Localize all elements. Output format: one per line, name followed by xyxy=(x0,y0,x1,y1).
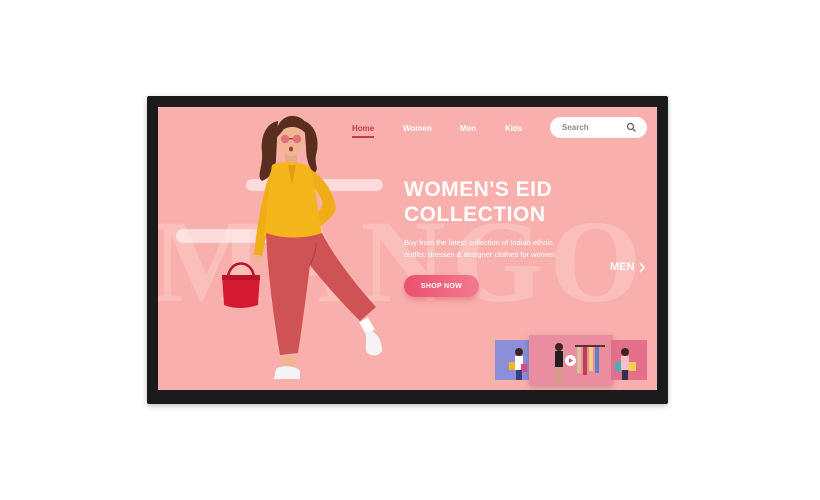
search-input[interactable]: Search xyxy=(550,117,647,138)
chevron-right-icon xyxy=(639,261,646,273)
website-screen: MANGO Home Women Men Kids Search WOMEN'S… xyxy=(158,107,657,390)
nav-men[interactable]: Men xyxy=(460,124,476,133)
nav-women[interactable]: Women xyxy=(403,124,432,133)
search-icon[interactable] xyxy=(626,122,637,133)
nav-kids[interactable]: Kids xyxy=(505,124,522,133)
shop-now-button[interactable]: SHOP NOW xyxy=(404,275,479,297)
thumbnail-image xyxy=(615,348,636,380)
thumbnail-image xyxy=(509,348,527,380)
play-icon[interactable] xyxy=(565,355,576,366)
men-side-link[interactable]: MEN xyxy=(610,261,646,273)
thumbnail-video[interactable] xyxy=(529,335,613,385)
hero-description: Buy from the latest collection of Indian… xyxy=(404,238,558,259)
thumbnail-shopping[interactable] xyxy=(495,340,531,380)
nav-home[interactable]: Home xyxy=(352,124,375,138)
hero-title: WOMEN'S EID COLLECTION xyxy=(404,177,634,227)
hero-title-line1: WOMEN'S EID xyxy=(404,178,553,201)
thumbnail-shopping-bags[interactable] xyxy=(611,340,647,380)
search-placeholder: Search xyxy=(562,123,589,132)
model-image xyxy=(222,115,382,379)
men-side-link-label: MEN xyxy=(610,261,635,273)
hero-title-line2: COLLECTION xyxy=(404,203,546,226)
